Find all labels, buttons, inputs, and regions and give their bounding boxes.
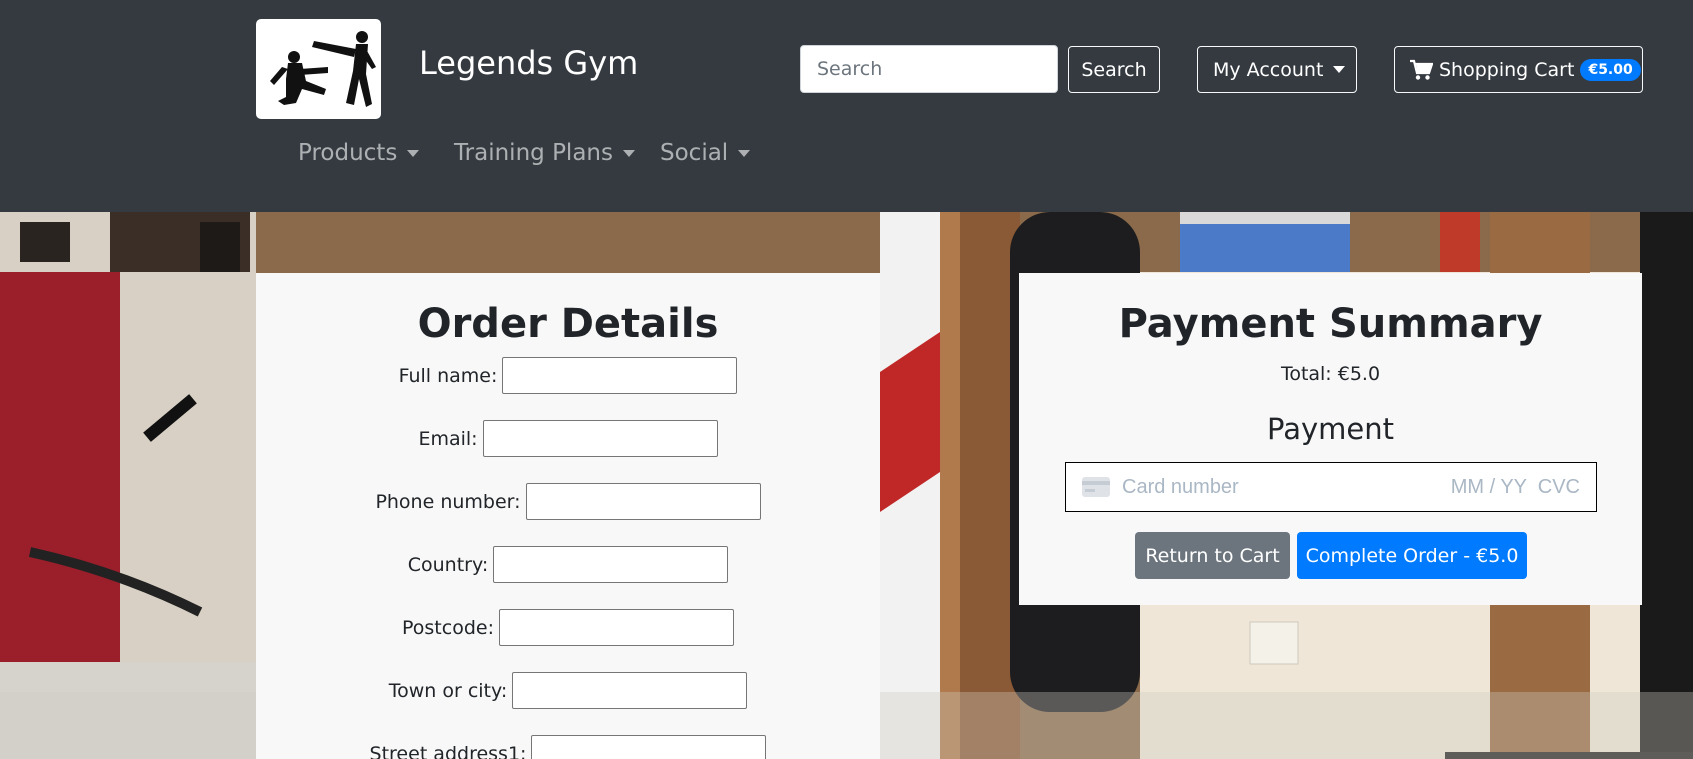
cart-total-badge: €5.00 (1580, 58, 1641, 81)
cart-icon (1410, 59, 1433, 80)
payment-summary-card: Payment Summary Total: €5.0 Payment Card… (1019, 273, 1642, 605)
email-input[interactable] (482, 420, 718, 457)
full-name-input[interactable] (502, 357, 738, 394)
chevron-down-icon (622, 149, 635, 157)
order-total: Total: €5.0 (1280, 363, 1381, 385)
return-to-cart-button[interactable]: Return to Cart (1135, 532, 1290, 579)
street-address1-label: Street address1: (369, 742, 527, 759)
town-or-city-row: Town or city: (256, 672, 880, 709)
country-input[interactable] (493, 546, 729, 583)
nav-social-label: Social (660, 140, 729, 166)
gym-logo[interactable] (256, 19, 381, 119)
navbar: Legends Gym Search My Account Shopping C… (0, 0, 1693, 212)
phone-number-label: Phone number: (375, 490, 521, 513)
street-address1-input[interactable] (531, 735, 767, 759)
postcode-input[interactable] (498, 609, 734, 646)
search-input[interactable] (800, 45, 1058, 93)
nav-training-plans[interactable]: Training Plans (454, 140, 635, 166)
complete-order-button[interactable]: Complete Order - €5.0 (1297, 532, 1527, 579)
payment-summary-title: Payment Summary (1118, 301, 1543, 347)
my-account-label: My Account (1213, 58, 1324, 81)
nav-social[interactable]: Social (660, 140, 751, 166)
country-row: Country: (256, 546, 880, 583)
shopping-cart-label: Shopping Cart (1439, 58, 1575, 81)
shopping-cart-button[interactable]: Shopping Cart €5.00 (1394, 46, 1643, 93)
town-or-city-input[interactable] (512, 672, 748, 709)
expiry-cvc-placeholder: MM / YY CVC (1450, 475, 1580, 498)
street-address1-row: Street address1: (256, 735, 880, 759)
postcode-row: Postcode: (256, 609, 880, 646)
search-button[interactable]: Search (1068, 46, 1160, 93)
brand-name[interactable]: Legends Gym (419, 44, 638, 82)
nav-products-label: Products (298, 140, 398, 166)
my-account-dropdown[interactable]: My Account (1197, 46, 1357, 93)
credit-card-icon (1082, 477, 1110, 497)
martial-arts-silhouette-icon (270, 31, 376, 107)
email-label: Email: (418, 427, 478, 450)
order-details-title: Order Details (417, 301, 719, 347)
postcode-label: Postcode: (402, 616, 494, 639)
card-number-placeholder: Card number (1122, 475, 1239, 498)
nav-training-plans-label: Training Plans (454, 140, 613, 166)
phone-number-row: Phone number: (256, 483, 880, 520)
nav-products[interactable]: Products (298, 140, 420, 166)
full-name-label: Full name: (398, 364, 498, 387)
country-label: Country: (407, 553, 489, 576)
payment-heading: Payment (1267, 412, 1394, 446)
email-row: Email: (256, 420, 880, 457)
chevron-down-icon (407, 149, 420, 157)
card-input-field[interactable]: Card number MM / YY CVC (1065, 462, 1597, 512)
order-details-card: Order Details Full name: Email: Phone nu… (256, 273, 880, 759)
phone-number-input[interactable] (525, 483, 761, 520)
town-or-city-label: Town or city: (388, 679, 508, 702)
chevron-down-icon (738, 149, 751, 157)
full-name-row: Full name: (256, 357, 880, 394)
chevron-down-icon (1333, 66, 1346, 73)
